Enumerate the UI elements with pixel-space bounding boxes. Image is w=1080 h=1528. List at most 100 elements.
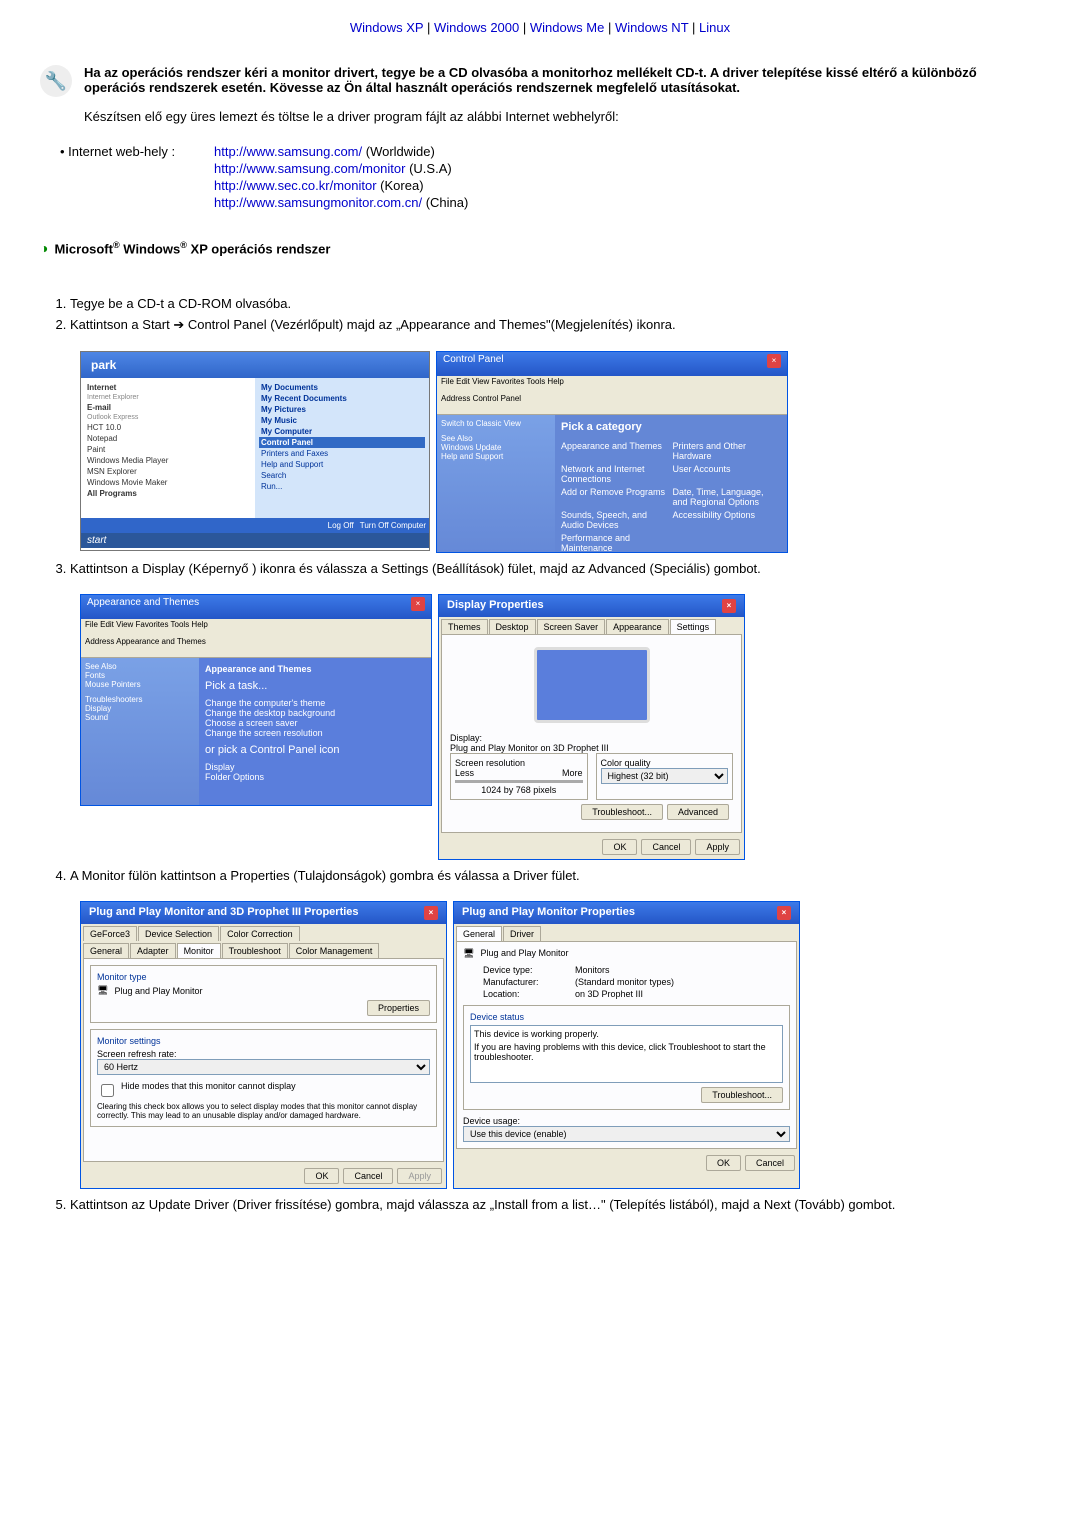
start-control-panel[interactable]: Control Panel xyxy=(259,437,425,448)
dp-display-value: Plug and Play Monitor on 3D Prophet III xyxy=(450,743,733,753)
start-left-col: Internet Internet Explorer E-mail Outloo… xyxy=(81,378,255,518)
drv-name: Plug and Play Monitor xyxy=(480,948,568,959)
ok-button[interactable]: OK xyxy=(706,1155,741,1171)
troubleshoot-button[interactable]: Troubleshoot... xyxy=(581,804,663,820)
at-task-desktop[interactable]: Change the desktop background xyxy=(205,708,425,718)
tab-color-mgmt[interactable]: Color Management xyxy=(289,943,380,958)
close-icon[interactable]: × xyxy=(722,599,736,613)
start-paint[interactable]: Paint xyxy=(85,444,251,455)
at-icon-display[interactable]: Display xyxy=(205,762,425,772)
properties-button[interactable]: Properties xyxy=(367,1000,430,1016)
tab-themes[interactable]: Themes xyxy=(441,619,488,634)
monitor-icon: 🖥 xyxy=(463,948,474,959)
color-quality-select[interactable]: Highest (32 bit) xyxy=(601,768,729,784)
at-fonts[interactable]: Fonts xyxy=(85,671,195,680)
at-mouse[interactable]: Mouse Pointers xyxy=(85,680,195,689)
tab-adapter[interactable]: Adapter xyxy=(130,943,176,958)
tab-monitor[interactable]: Monitor xyxy=(177,943,221,958)
tab-troubleshoot[interactable]: Troubleshoot xyxy=(222,943,288,958)
cp-cat-sound[interactable]: Sounds, Speech, and Audio Devices xyxy=(561,510,670,530)
start-email[interactable]: E-mail xyxy=(85,402,251,413)
start-msn[interactable]: MSN Explorer xyxy=(85,466,251,477)
resolution-slider[interactable] xyxy=(455,780,583,783)
close-icon[interactable]: × xyxy=(424,906,438,920)
at-title: Appearance and Themes xyxy=(87,597,199,617)
link-win-xp[interactable]: Windows XP xyxy=(350,20,423,35)
tab-desktop[interactable]: Desktop xyxy=(489,619,536,634)
troubleshoot-button[interactable]: Troubleshoot... xyxy=(701,1087,783,1103)
cp-cat-network[interactable]: Network and Internet Connections xyxy=(561,464,670,484)
advanced-button[interactable]: Advanced xyxy=(667,804,729,820)
start-wmp[interactable]: Windows Media Player xyxy=(85,455,251,466)
start-hct[interactable]: HCT 10.0 xyxy=(85,422,251,433)
start-logoff[interactable]: Log Off xyxy=(328,521,354,530)
tab-driver[interactable]: Driver xyxy=(503,926,541,941)
start-turnoff[interactable]: Turn Off Computer xyxy=(360,521,426,530)
start-bottom: Log Off Turn Off Computer xyxy=(81,518,429,533)
start-music[interactable]: My Music xyxy=(259,415,425,426)
cp-cat-accessibility[interactable]: Accessibility Options xyxy=(673,510,782,530)
start-internet[interactable]: Internet xyxy=(85,382,251,393)
start-movie[interactable]: Windows Movie Maker xyxy=(85,477,251,488)
start-notepad[interactable]: Notepad xyxy=(85,433,251,444)
start-mydocs[interactable]: My Documents xyxy=(259,382,425,393)
apply-button[interactable]: Apply xyxy=(695,839,740,855)
cancel-button[interactable]: Cancel xyxy=(745,1155,795,1171)
cp-cat-printers[interactable]: Printers and Other Hardware xyxy=(673,441,782,461)
ok-button[interactable]: OK xyxy=(304,1168,339,1184)
cancel-button[interactable]: Cancel xyxy=(343,1168,393,1184)
tab-device-sel[interactable]: Device Selection xyxy=(138,926,219,941)
cp-cat-datetime[interactable]: Date, Time, Language, and Regional Optio… xyxy=(673,487,782,507)
tab-settings[interactable]: Settings xyxy=(670,619,717,634)
steps-list-3: A Monitor fülön kattintson a Properties … xyxy=(70,868,1040,883)
start-pictures[interactable]: My Pictures xyxy=(259,404,425,415)
start-help[interactable]: Help and Support xyxy=(259,459,425,470)
url-korea[interactable]: http://www.sec.co.kr/monitor xyxy=(214,178,377,193)
refresh-rate-select[interactable]: 60 Hertz xyxy=(97,1059,430,1075)
url-china[interactable]: http://www.samsungmonitor.com.cn/ xyxy=(214,195,422,210)
at-category-label: Appearance and Themes xyxy=(205,664,425,674)
link-win-nt[interactable]: Windows NT xyxy=(615,20,688,35)
cp-switch-view[interactable]: Switch to Classic View xyxy=(441,419,551,428)
at-task-saver[interactable]: Choose a screen saver xyxy=(205,718,425,728)
cp-cat-addremove[interactable]: Add or Remove Programs xyxy=(561,487,670,507)
tab-geforce[interactable]: GeForce3 xyxy=(83,926,137,941)
appearance-themes-screenshot: Appearance and Themes × File Edit View F… xyxy=(80,594,432,806)
cp-help[interactable]: Help and Support xyxy=(441,452,551,461)
tab-general[interactable]: General xyxy=(456,926,502,941)
cancel-button[interactable]: Cancel xyxy=(641,839,691,855)
at-icon-folder[interactable]: Folder Options xyxy=(205,772,425,782)
tab-general[interactable]: General xyxy=(83,943,129,958)
cp-cat-appearance[interactable]: Appearance and Themes xyxy=(561,441,670,461)
start-computer[interactable]: My Computer xyxy=(259,426,425,437)
link-linux[interactable]: Linux xyxy=(699,20,730,35)
at-sound[interactable]: Sound xyxy=(85,713,195,722)
cp-cat-users[interactable]: User Accounts xyxy=(673,464,782,484)
close-icon[interactable]: × xyxy=(777,906,791,920)
close-icon[interactable]: × xyxy=(411,597,425,611)
cp-cat-performance[interactable]: Performance and Maintenance xyxy=(561,533,670,553)
start-recent[interactable]: My Recent Documents xyxy=(259,393,425,404)
at-display[interactable]: Display xyxy=(85,704,195,713)
at-task-theme[interactable]: Change the computer's theme xyxy=(205,698,425,708)
control-panel-screenshot: Control Panel × File Edit View Favorites… xyxy=(436,351,788,553)
cp-win-update[interactable]: Windows Update xyxy=(441,443,551,452)
ok-button[interactable]: OK xyxy=(602,839,637,855)
start-all-programs[interactable]: All Programs xyxy=(85,488,251,499)
tab-screensaver[interactable]: Screen Saver xyxy=(537,619,606,634)
at-task-resolution[interactable]: Change the screen resolution xyxy=(205,728,425,738)
url-usa[interactable]: http://www.samsung.com/monitor xyxy=(214,161,405,176)
close-icon[interactable]: × xyxy=(767,354,781,368)
start-search[interactable]: Search xyxy=(259,470,425,481)
apply-button: Apply xyxy=(397,1168,442,1184)
start-printers[interactable]: Printers and Faxes xyxy=(259,448,425,459)
url-worldwide[interactable]: http://www.samsung.com/ xyxy=(214,144,362,159)
hide-modes-checkbox[interactable] xyxy=(101,1084,114,1097)
device-usage-select[interactable]: Use this device (enable) xyxy=(463,1126,790,1142)
start-run[interactable]: Run... xyxy=(259,481,425,492)
tab-appearance[interactable]: Appearance xyxy=(606,619,669,634)
link-win-me[interactable]: Windows Me xyxy=(530,20,604,35)
link-win-2000[interactable]: Windows 2000 xyxy=(434,20,519,35)
tab-color-corr[interactable]: Color Correction xyxy=(220,926,300,941)
start-button[interactable]: start xyxy=(81,533,429,548)
